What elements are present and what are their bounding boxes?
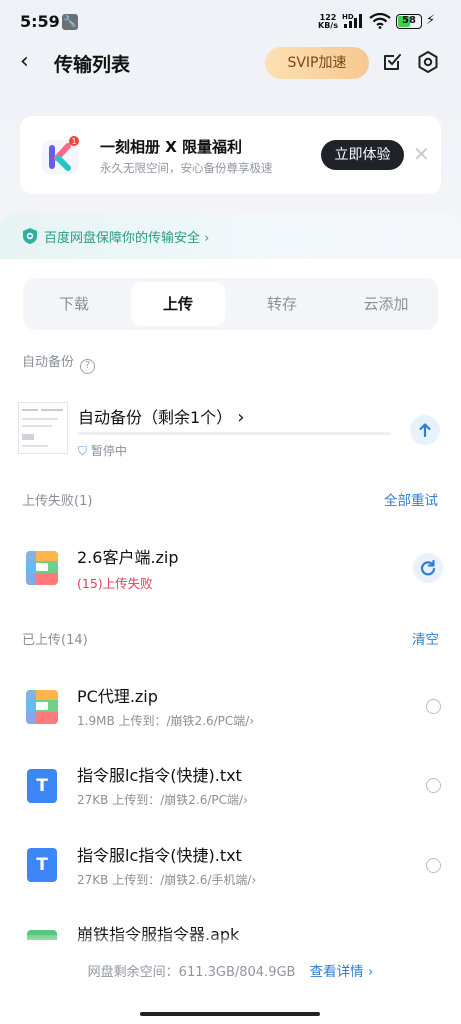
gear-icon[interactable] <box>416 50 440 74</box>
file-size: 27KB <box>77 793 109 807</box>
chevron-right-icon: › <box>243 793 248 807</box>
try-now-button[interactable]: 立即体验 <box>321 140 404 170</box>
select-radio[interactable] <box>426 858 441 873</box>
status-time: 5:59 <box>20 12 60 31</box>
security-banner[interactable]: 百度网盘保障你的传输安全 › <box>0 213 461 259</box>
view-details-link[interactable]: 查看详情 › <box>310 964 374 980</box>
svip-boost-button[interactable]: SVIP加速 <box>265 47 369 79</box>
status-bar: 5:59 🔧 122 KB/s HD 58 ⚡ <box>0 0 461 44</box>
uploaded-item-name[interactable]: PC代理.zip <box>77 683 158 707</box>
transfer-tabs: 下载 上传 转存 云添加 <box>23 278 438 330</box>
txt-icon: T <box>27 769 57 803</box>
auto-backup-progress-bar <box>78 432 391 435</box>
zip-icon <box>26 690 58 724</box>
charging-icon: ⚡ <box>426 13 436 28</box>
zip-icon <box>26 551 58 585</box>
auto-backup-title: 自动备份（剩余1个） <box>78 408 233 427</box>
help-icon[interactable]: ? <box>80 359 96 374</box>
auto-backup-row[interactable]: 自动备份（剩余1个） › <box>78 404 244 428</box>
security-text: 百度网盘保障你的传输安全 <box>44 231 201 246</box>
view-details-label: 查看详情 <box>309 964 364 980</box>
chevron-right-icon: › <box>237 407 245 428</box>
chevron-right-icon: › <box>204 231 210 246</box>
upload-destination[interactable]: /崩铁2.6/PC端/ <box>167 714 250 728</box>
paused-shield-icon: ⛉ <box>78 444 88 458</box>
uploaded-item-meta: 27KB 上传到：/崩铁2.6/手机端/› <box>77 871 256 888</box>
tab-transfer-save[interactable]: 转存 <box>235 282 329 326</box>
yike-album-logo-icon: 1 <box>42 136 79 174</box>
multi-select-icon[interactable] <box>382 52 402 72</box>
promo-title: 一刻相册 X 限量福利 <box>100 138 243 156</box>
promo-badge-count: 1 <box>71 137 76 146</box>
upload-destination-prefix: 上传到： <box>112 793 161 807</box>
promo-card[interactable]: 1 一刻相册 X 限量福利 永久无限空间，安心备份尊享极速 立即体验 ✕ <box>20 116 441 194</box>
auto-backup-thumbnail <box>18 402 68 454</box>
battery-icon: 58 <box>396 14 422 29</box>
auto-backup-status: 暂停中 <box>90 444 127 458</box>
retry-all-button[interactable]: 全部重试 <box>384 489 438 509</box>
home-indicator[interactable] <box>140 1012 320 1016</box>
network-speed-unit: KB/s <box>318 21 338 30</box>
refresh-icon <box>420 559 436 576</box>
battery-level: 58 <box>402 15 416 26</box>
retry-button[interactable] <box>413 553 443 583</box>
select-radio[interactable] <box>426 778 441 793</box>
tab-upload[interactable]: 上传 <box>131 282 225 326</box>
signal-icon <box>344 14 362 28</box>
uploaded-item-name[interactable]: 指令服lc指令(快捷).txt <box>77 842 242 866</box>
txt-icon: T <box>27 848 57 882</box>
tab-cloud-add[interactable]: 云添加 <box>339 282 433 326</box>
failed-item-status: (15)上传失败 <box>77 576 153 591</box>
wrench-icon: 🔧 <box>62 14 78 30</box>
upload-destination-prefix: 上传到： <box>112 873 161 887</box>
arrow-up-icon <box>419 423 431 438</box>
network-speed: 122 KB/s <box>318 14 338 30</box>
storage-space-text: 网盘剩余空间：611.3GB/804.9GB <box>87 965 296 980</box>
chevron-right-icon: › <box>249 714 255 728</box>
shield-icon <box>23 228 37 244</box>
upload-destination-prefix: 上传到： <box>118 714 167 728</box>
uploaded-item-meta: 1.9MB 上传到：/崩铁2.6/PC端/› <box>77 712 254 729</box>
close-icon[interactable]: ✕ <box>413 142 430 166</box>
uploaded-section-label: 已上传(14) <box>22 633 88 648</box>
file-size: 1.9MB <box>77 714 115 728</box>
failed-section-label: 上传失败(1) <box>22 494 93 509</box>
page-title: 传输列表 <box>54 54 131 76</box>
upload-destination[interactable]: /崩铁2.6/手机端/ <box>160 873 251 887</box>
clear-button[interactable]: 清空 <box>412 628 439 648</box>
file-size: 27KB <box>77 873 109 887</box>
wifi-icon <box>369 13 391 29</box>
select-radio[interactable] <box>426 699 441 714</box>
auto-backup-section-label: 自动备份? <box>22 351 96 374</box>
back-icon[interactable]: ‹ <box>20 48 48 76</box>
upload-destination[interactable]: /崩铁2.6/PC端/ <box>160 793 243 807</box>
uploaded-item-meta: 27KB 上传到：/崩铁2.6/PC端/› <box>77 791 248 808</box>
storage-footer: 网盘剩余空间：611.3GB/804.9GB 查看详情 › <box>0 960 461 980</box>
start-backup-button[interactable] <box>410 415 440 445</box>
chevron-right-icon: › <box>251 873 257 887</box>
uploaded-item-name[interactable]: 指令服lc指令(快捷).txt <box>77 762 242 786</box>
tab-download[interactable]: 下载 <box>27 282 121 326</box>
failed-item-name[interactable]: 2.6客户端.zip <box>77 544 179 568</box>
auto-backup-label: 自动备份 <box>22 355 75 370</box>
promo-subtitle: 永久无限空间，安心备份尊享极速 <box>100 161 273 175</box>
